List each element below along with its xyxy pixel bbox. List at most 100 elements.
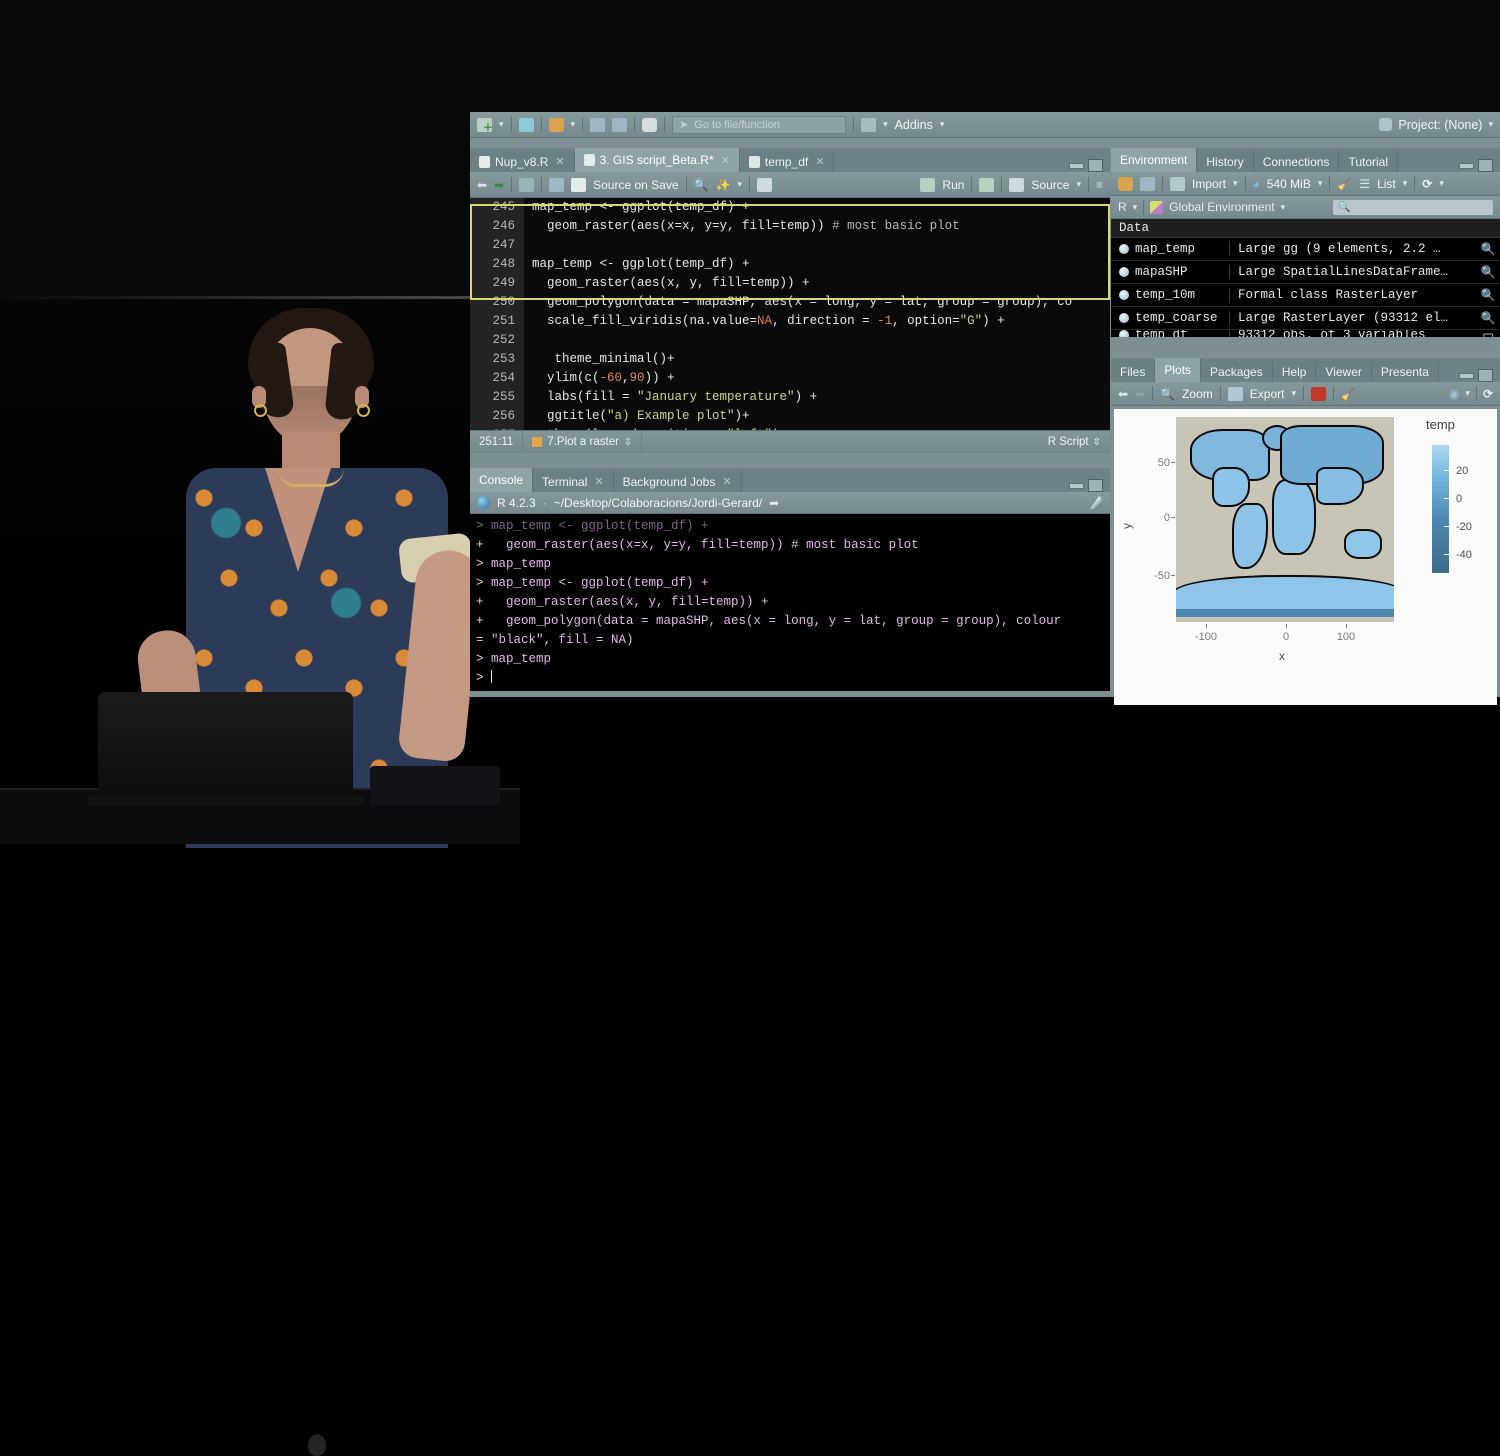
environment-row[interactable]: temp_coarse Large RasterLayer (93312 el… 🔍 [1111,307,1500,330]
zoom-label[interactable]: Zoom [1182,387,1213,401]
export-chevron-icon[interactable]: ▾ [1291,388,1296,399]
refresh-icon[interactable]: ⟳ [1422,177,1432,191]
remove-plot-icon[interactable] [1310,386,1326,401]
refresh-chevron-icon[interactable]: ▾ [1439,178,1444,189]
code-line[interactable]: 245 map_temp <- ggplot(temp_df) + [470,198,1110,217]
project-label[interactable]: Project: (None) [1398,118,1482,132]
addins-chevron-icon[interactable]: ▾ [940,119,945,130]
working-directory-label[interactable]: ~/Desktop/Colaboracions/Jordi-Gerard/ [554,496,762,510]
workspace-panes-icon[interactable] [861,117,877,132]
expand-bullet-icon[interactable] [1119,267,1129,277]
refresh-icon[interactable]: ⟳ [1483,387,1493,401]
code-line[interactable]: 253 theme_minimal()+ [470,350,1110,369]
tab-environment[interactable]: Environment [1111,148,1198,172]
export-label[interactable]: Export [1250,387,1285,401]
addins-label[interactable]: Addins [895,118,933,132]
save-icon[interactable] [1140,176,1155,191]
maximize-icon[interactable] [1478,369,1493,382]
forward-arrow-icon[interactable]: ➡ [494,178,504,192]
source-on-save-checkbox-icon[interactable] [571,177,587,192]
scope-chevron-icon[interactable]: ▾ [1281,202,1286,213]
new-file-icon[interactable]: ＋ [477,117,493,133]
plot-canvas[interactable]: y 50 0 -50 -100 0 100 x temp 20 0 -20 -4… [1114,409,1497,705]
panes-chevron-icon[interactable]: ▾ [883,119,888,130]
run-label[interactable]: Run [942,178,964,192]
language-selector-label[interactable]: R [1118,200,1127,214]
tab-plots[interactable]: Plots [1155,358,1202,382]
tab-connections[interactable]: Connections [1253,151,1340,172]
expand-icon[interactable]: 🔍 [1476,265,1500,280]
expand-bullet-icon[interactable] [1119,313,1129,323]
code-line[interactable]: 251 scale_fill_viridis(na.value=NA, dire… [470,312,1110,331]
minimize-icon[interactable] [1069,482,1084,489]
close-icon[interactable]: ✕ [555,155,564,168]
back-arrow-icon[interactable]: ⬅ [1118,387,1128,401]
rerun-icon[interactable] [979,177,995,192]
environment-row[interactable]: map_temp Large gg (9 elements, 2.2 … 🔍 [1111,238,1500,261]
maximize-icon[interactable] [1088,159,1103,172]
code-line[interactable]: 256 ggtitle("a) Example plot")+ [470,407,1110,426]
export-icon[interactable] [1227,386,1243,401]
code-line[interactable]: 254 ylim(c(-60,90)) + [470,369,1110,388]
source-tab-gis-script[interactable]: 3. GIS script_Beta.R* ✕ [574,148,740,172]
minimize-icon[interactable] [1459,372,1474,379]
tab-files[interactable]: Files [1111,361,1156,382]
save-all-icon[interactable] [612,117,628,132]
console-output[interactable]: > map_temp <- ggplot(temp_df) + + geom_ra… [470,514,1110,691]
broom-icon[interactable]: 🧹 [1341,387,1356,401]
back-arrow-icon[interactable]: ⬅ [477,178,487,192]
code-line[interactable]: 252 [470,331,1110,350]
open-in-finder-icon[interactable]: ➦ [769,496,779,510]
document-outline-icon[interactable]: ≡ [1096,178,1103,192]
publish-icon[interactable]: ◉ [1449,387,1459,401]
view-mode-label[interactable]: List [1377,177,1396,191]
import-label[interactable]: Import [1192,177,1226,191]
tab-packages[interactable]: Packages [1201,361,1273,382]
environment-row[interactable]: temp_10m Formal class RasterLayer 🔍 [1111,284,1500,307]
code-line[interactable]: 255 labs(fill = "January temperature") + [470,388,1110,407]
tab-history[interactable]: History [1197,151,1254,172]
environment-object-list[interactable]: Data map_temp Large gg (9 elements, 2.2 …… [1111,219,1500,337]
file-type-selector[interactable]: R Script ⇳ [1039,436,1110,448]
tab-terminal[interactable]: Terminal ✕ [533,471,614,492]
save-icon[interactable] [590,117,606,132]
source-tab-nup_v8[interactable]: Nup_v8.R ✕ [470,151,575,172]
expand-icon[interactable]: 🔍 [1476,311,1500,326]
code-chunk-selector[interactable]: 7.Plot a raster ⇳ [523,431,643,453]
code-line[interactable]: 246 geom_raster(aes(x=x, y=y, fill=temp)… [470,217,1110,236]
source-tab-temp_df[interactable]: temp_df ✕ [739,151,835,172]
run-icon[interactable] [920,177,936,192]
code-line[interactable]: 257 theme(legend.position = "left") + [470,426,1110,430]
new-project-icon[interactable] [518,117,534,132]
tab-tutorial[interactable]: Tutorial [1339,151,1399,172]
expand-icon[interactable]: 🔍 [1476,242,1500,257]
code-line[interactable]: 249 geom_raster(aes(x, y, fill=temp)) + [470,274,1110,293]
project-chevron-icon[interactable]: ▾ [1488,119,1493,130]
list-view-icon[interactable]: ☰ [1359,177,1370,191]
new-file-chevron-icon[interactable]: ▾ [499,119,504,130]
memory-chevron-icon[interactable]: ▾ [1318,178,1323,189]
expand-bullet-icon[interactable] [1119,330,1129,337]
minimize-icon[interactable] [1069,162,1084,169]
source-on-save-label[interactable]: Source on Save [593,178,678,192]
tab-help[interactable]: Help [1272,361,1317,382]
environment-row[interactable]: temp_df 93312 obs. of 3 variables ▭ [1111,330,1500,337]
expand-icon[interactable]: 🔍 [1476,288,1500,303]
open-file-icon[interactable] [548,117,564,132]
source-icon[interactable] [1009,177,1025,192]
import-dataset-icon[interactable] [1170,176,1185,191]
code-line[interactable]: 247 [470,236,1110,255]
close-icon[interactable]: ✕ [721,154,730,167]
source-label[interactable]: Source [1031,178,1069,192]
print-icon[interactable] [642,117,658,132]
code-area[interactable]: 245 map_temp <- ggplot(temp_df) + 246 geom… [470,198,1110,430]
zoom-icon[interactable]: 🔍 [1160,387,1175,401]
view-mode-chevron-icon[interactable]: ▾ [1403,178,1408,189]
tab-background-jobs[interactable]: Background Jobs ✕ [613,471,742,492]
code-tools-icon[interactable]: ✨ [715,178,730,192]
code-tools-chevron-icon[interactable]: ▾ [737,179,742,190]
language-chevron-icon[interactable]: ▾ [1133,202,1138,213]
code-line[interactable]: 248 map_temp <- ggplot(temp_df) + [470,255,1110,274]
close-icon[interactable]: ✕ [815,155,824,168]
broom-icon[interactable]: 🧹 [1337,177,1352,191]
